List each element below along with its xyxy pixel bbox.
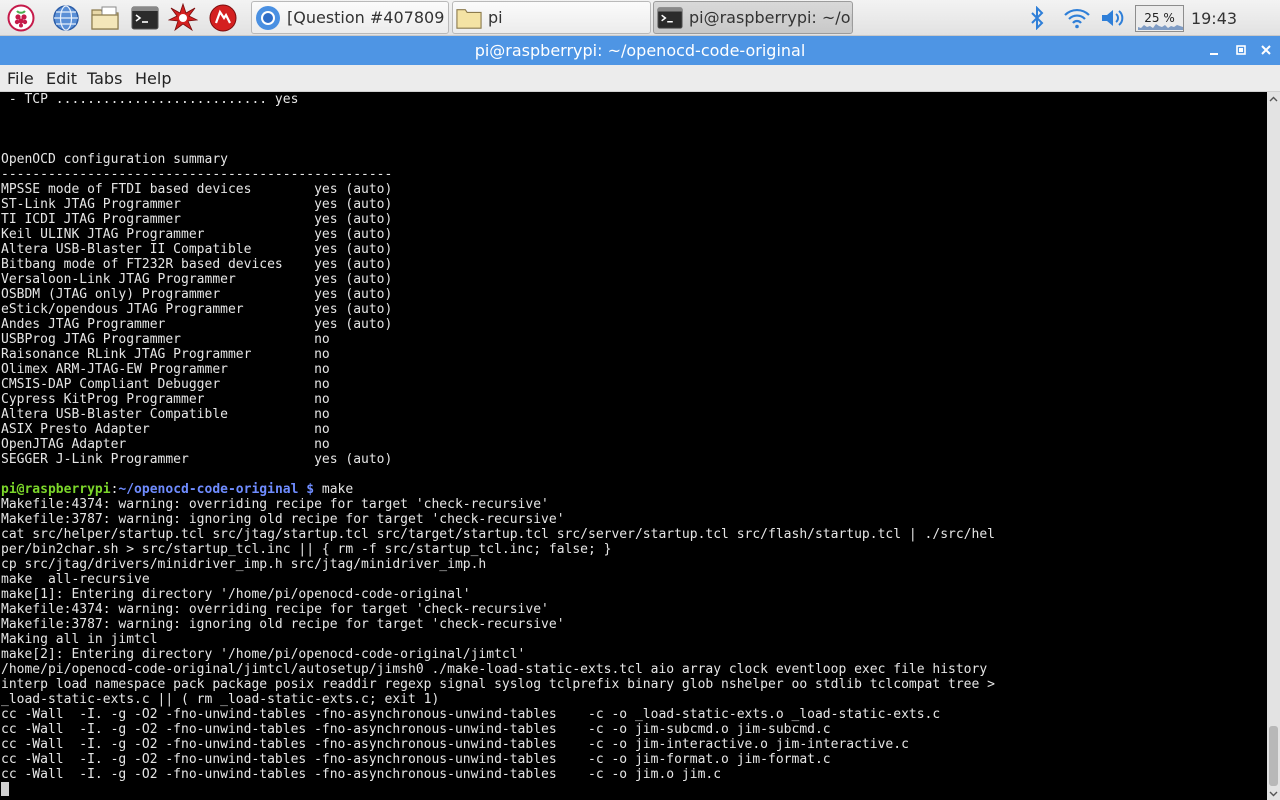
cpu-usage-monitor[interactable]: 25 % xyxy=(1135,5,1184,32)
terminal-icon xyxy=(657,5,683,31)
web-browser-icon[interactable] xyxy=(51,3,81,33)
scroll-thumb[interactable] xyxy=(1269,726,1278,786)
terminal-line: per/bin2char.sh > src/startup_tcl.inc ||… xyxy=(1,542,612,557)
window-titlebar[interactable]: pi@raspberrypi: ~/openocd-code-original xyxy=(0,36,1280,65)
terminal-line: ST-Link JTAG Programmer yes (auto) xyxy=(1,197,393,212)
bluetooth-icon[interactable] xyxy=(1024,0,1050,36)
wolfram-icon[interactable] xyxy=(208,3,238,33)
terminal-lines: - TCP ........................... yes Ope… xyxy=(1,92,995,782)
wifi-icon[interactable] xyxy=(1061,0,1093,36)
chromium-icon xyxy=(255,5,281,31)
terminal-line: make[2]: Entering directory '/home/pi/op… xyxy=(1,647,526,662)
task-label: pi xyxy=(488,8,503,27)
terminal-line: Altera USB-Blaster Compatible no xyxy=(1,407,330,422)
close-button[interactable] xyxy=(1256,40,1276,60)
terminal-cursor xyxy=(1,782,9,796)
minimize-icon xyxy=(1210,53,1218,55)
menu-edit[interactable]: Edit xyxy=(46,69,77,88)
taskbar: [Question #407809 : … pi pi@raspberrypi:… xyxy=(0,0,1280,36)
terminal-line: Cypress KitProg Programmer no xyxy=(1,392,330,407)
terminal-line: Raisonance RLink JTAG Programmer no xyxy=(1,347,330,362)
terminal-line: Keil ULINK JTAG Programmer yes (auto) xyxy=(1,227,393,242)
terminal-output[interactable]: - TCP ........................... yes Ope… xyxy=(0,92,1267,800)
task-button-file-manager[interactable]: pi xyxy=(452,1,651,34)
raspberry-menu-icon[interactable] xyxy=(6,3,36,33)
terminal-line: Makefile:4374: warning: overriding recip… xyxy=(1,602,549,617)
menu-tabs[interactable]: Tabs xyxy=(87,69,122,88)
terminal-line: Olimex ARM-JTAG-EW Programmer no xyxy=(1,362,330,377)
terminal-line: OSBDM (JTAG only) Programmer yes (auto) xyxy=(1,287,393,302)
prompt-line: pi@raspberrypi:~/openocd-code-original $… xyxy=(1,482,995,497)
terminal-lines-before-prompt: - TCP ........................... yes Ope… xyxy=(1,92,995,482)
terminal-line: SEGGER J-Link Programmer yes (auto) xyxy=(1,452,393,467)
minimize-button[interactable] xyxy=(1204,40,1224,60)
close-icon xyxy=(1261,45,1271,55)
task-button-chromium[interactable]: [Question #407809 : … xyxy=(251,1,449,34)
menu-file[interactable]: File xyxy=(7,69,34,88)
terminal-line: Makefile:4374: warning: overriding recip… xyxy=(1,497,549,512)
menu-help[interactable]: Help xyxy=(135,69,171,88)
terminal-line: OpenJTAG Adapter no xyxy=(1,437,330,452)
terminal-line: _load-static-exts.c || ( rm _load-static… xyxy=(1,692,440,707)
terminal-line: Makefile:3787: warning: ignoring old rec… xyxy=(1,617,565,632)
prompt-path: ~/openocd-code-original xyxy=(118,482,299,497)
prompt-command: make xyxy=(321,482,354,497)
task-label: [Question #407809 : … xyxy=(287,8,448,27)
chevron-up-icon xyxy=(1269,96,1278,101)
terminal-line: cc -Wall -I. -g -O2 -fno-unwind-tables -… xyxy=(1,707,941,722)
window-title: pi@raspberrypi: ~/openocd-code-original xyxy=(474,41,806,60)
terminal-line: Versaloon-Link JTAG Programmer yes (auto… xyxy=(1,272,393,287)
terminal-line: OpenOCD configuration summary xyxy=(1,152,228,167)
terminal-line: ----------------------------------------… xyxy=(1,167,393,182)
volume-icon[interactable] xyxy=(1098,0,1130,36)
terminal-line: cat src/helper/startup.tcl src/jtag/star… xyxy=(1,527,995,542)
terminal-line: USBProg JTAG Programmer no xyxy=(1,332,330,347)
menubar: File Edit Tabs Help xyxy=(0,65,1280,92)
terminal-icon[interactable] xyxy=(130,3,160,33)
terminal-line: cp src/jtag/drivers/minidriver_imp.h src… xyxy=(1,557,487,572)
terminal-line: make[1]: Entering directory '/home/pi/op… xyxy=(1,587,471,602)
terminal-line: MPSSE mode of FTDI based devices yes (au… xyxy=(1,182,393,197)
terminal-line: interp load namespace pack package posix… xyxy=(1,677,995,692)
folder-icon xyxy=(456,5,482,31)
clock[interactable]: 19:43 xyxy=(1188,9,1240,28)
terminal-line: Andes JTAG Programmer yes (auto) xyxy=(1,317,393,332)
terminal-line: Making all in jimtcl xyxy=(1,632,158,647)
task-label: pi@raspberrypi: ~/op… xyxy=(689,8,852,27)
terminal-line: cc -Wall -I. -g -O2 -fno-unwind-tables -… xyxy=(1,752,831,767)
terminal-line: - TCP ........................... yes xyxy=(1,92,299,107)
prompt-user: pi@raspberrypi xyxy=(1,482,111,497)
maximize-icon xyxy=(1236,45,1246,55)
terminal-line: CMSIS-DAP Compliant Debugger no xyxy=(1,377,330,392)
terminal-line: ASIX Presto Adapter no xyxy=(1,422,330,437)
task-button-terminal[interactable]: pi@raspberrypi: ~/op… xyxy=(653,1,853,34)
cpu-usage-text: 25 % xyxy=(1144,11,1175,25)
terminal-line: Makefile:3787: warning: ignoring old rec… xyxy=(1,512,565,527)
terminal-line: Bitbang mode of FT232R based devices yes… xyxy=(1,257,393,272)
prompt-symbol: $ xyxy=(298,482,322,497)
maximize-button[interactable] xyxy=(1231,40,1251,60)
terminal-scrollbar[interactable] xyxy=(1267,92,1280,800)
scroll-down-button[interactable] xyxy=(1267,787,1280,800)
terminal-line: /home/pi/openocd-code-original/jimtcl/au… xyxy=(1,662,988,677)
terminal-line: make all-recursive xyxy=(1,572,150,587)
scroll-up-button[interactable] xyxy=(1267,92,1280,105)
terminal-lines-after-prompt: Makefile:4374: warning: overriding recip… xyxy=(1,497,995,782)
mathematica-icon[interactable] xyxy=(168,3,198,33)
terminal-line: cc -Wall -I. -g -O2 -fno-unwind-tables -… xyxy=(1,767,722,782)
terminal-line: cc -Wall -I. -g -O2 -fno-unwind-tables -… xyxy=(1,737,909,752)
terminal-line: Altera USB-Blaster II Compatible yes (au… xyxy=(1,242,393,257)
chevron-down-icon xyxy=(1269,791,1278,796)
terminal-line: eStick/opendous JTAG Programmer yes (aut… xyxy=(1,302,393,317)
terminal-line: TI ICDI JTAG Programmer yes (auto) xyxy=(1,212,393,227)
terminal-line: cc -Wall -I. -g -O2 -fno-unwind-tables -… xyxy=(1,722,831,737)
file-manager-icon[interactable] xyxy=(90,3,120,33)
